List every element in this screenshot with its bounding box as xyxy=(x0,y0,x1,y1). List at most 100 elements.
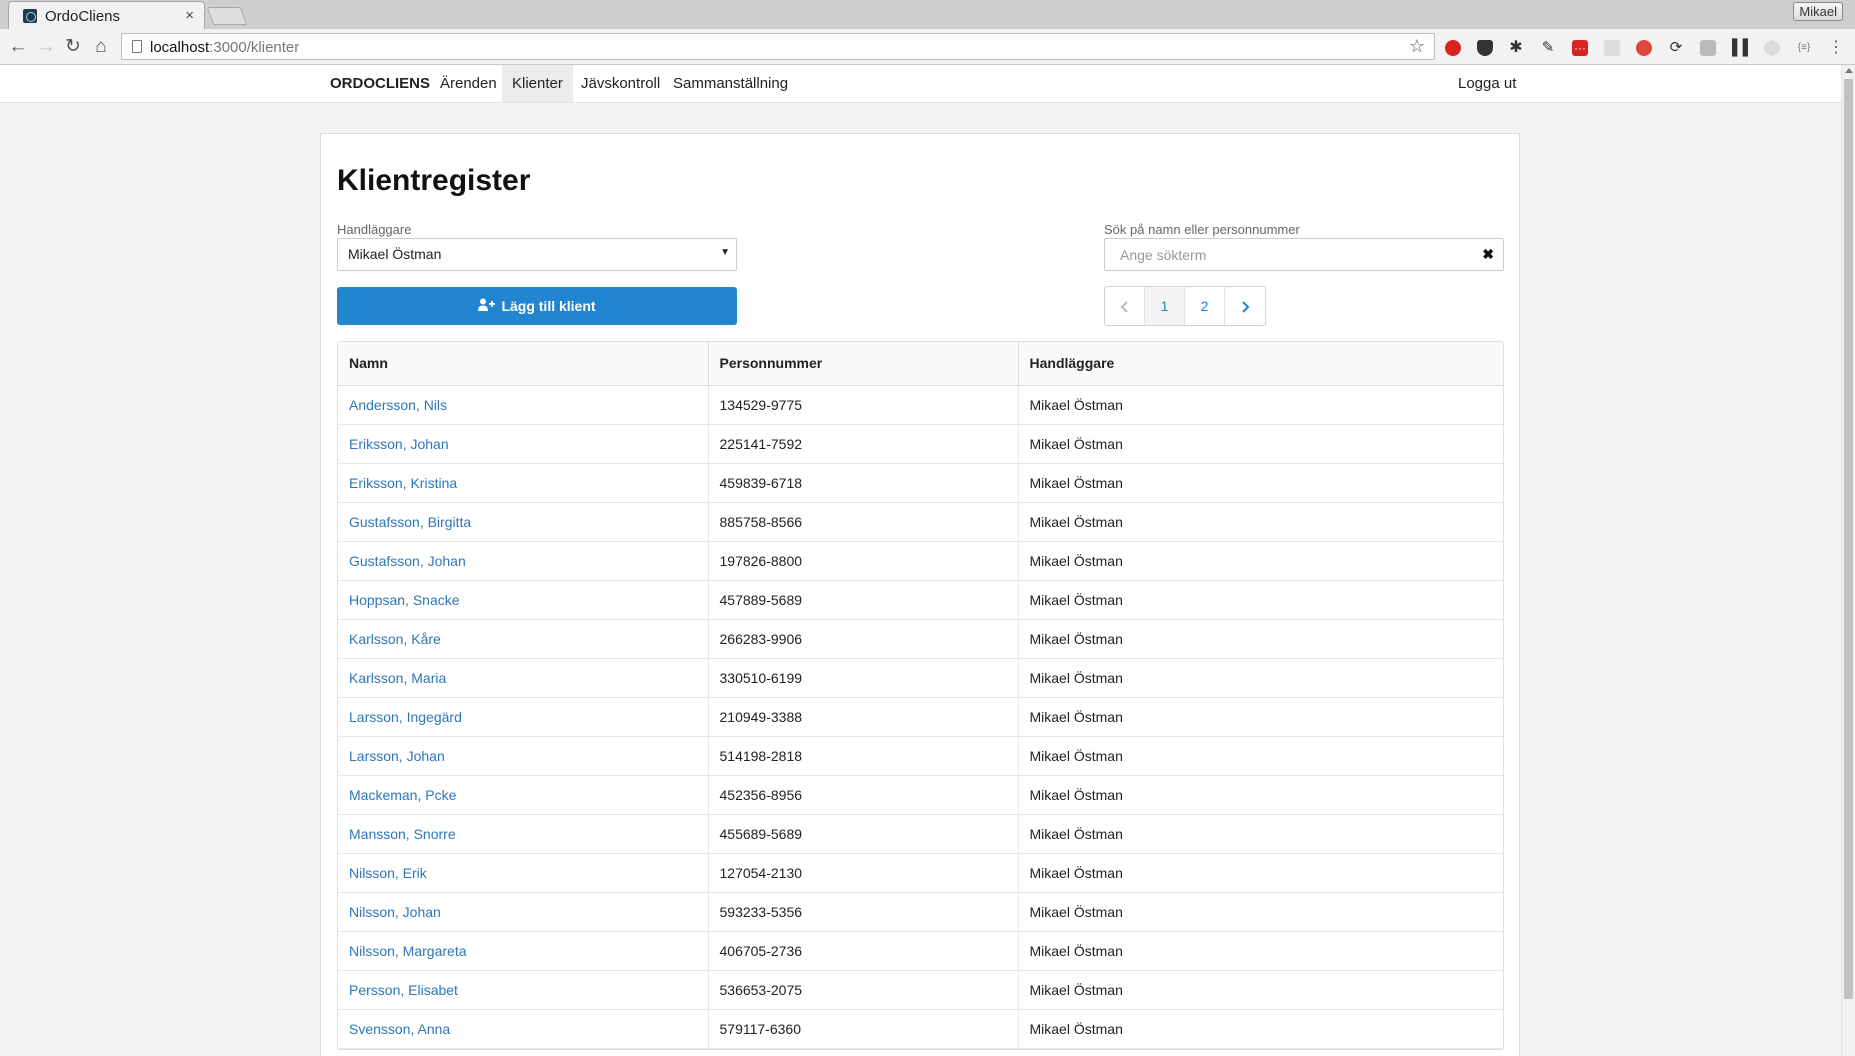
pocket-extension-icon[interactable] xyxy=(1477,40,1493,56)
url-path: :3000/klienter xyxy=(209,39,300,56)
cell-name: Mansson, Snorre xyxy=(338,814,709,854)
cell-name: Gustafsson, Johan xyxy=(338,541,709,581)
client-name-link[interactable]: Nilsson, Margareta xyxy=(349,943,467,959)
client-name-link[interactable]: Mackeman, Pcke xyxy=(349,787,456,803)
handler-select[interactable]: Mikael Östman ▼ xyxy=(337,238,737,271)
search-input[interactable] xyxy=(1106,240,1466,269)
column-header-namn[interactable]: Namn xyxy=(338,342,709,386)
cell-handler: Mikael Östman xyxy=(1018,619,1503,659)
grid-extension-icon[interactable] xyxy=(1604,40,1620,56)
bookmark-star-icon[interactable]: ☆ xyxy=(1409,36,1425,57)
address-bar[interactable]: localhost:3000/klienter ☆ xyxy=(121,33,1435,60)
scrollbar-thumb[interactable] xyxy=(1844,79,1853,999)
next-page-button[interactable] xyxy=(1225,287,1265,325)
sync-extension-icon[interactable]: ⟳ xyxy=(1668,40,1684,56)
client-name-link[interactable]: Persson, Elisabet xyxy=(349,982,458,998)
clear-search-icon[interactable]: ✖ xyxy=(1482,246,1494,263)
page-1-button[interactable]: 1 xyxy=(1145,287,1185,325)
table-row: Nilsson, Margareta 406705-2736 Mikael Östm… xyxy=(338,931,1503,971)
add-client-button[interactable]: Lägg till klient xyxy=(337,287,737,325)
page-info-icon[interactable] xyxy=(132,40,142,53)
client-name-link[interactable]: Eriksson, Kristina xyxy=(349,475,457,491)
table-row: Gustafsson, Birgitta 885758-8566 Mikael Ös… xyxy=(338,502,1503,542)
cell-handler: Mikael Östman xyxy=(1018,424,1503,464)
client-name-link[interactable]: Mansson, Snorre xyxy=(349,826,456,842)
reload-icon[interactable]: ↻ xyxy=(63,37,83,57)
cell-personnummer: 127054-2130 xyxy=(708,853,1019,893)
client-name-link[interactable]: Karlsson, Maria xyxy=(349,670,446,686)
browser-toolbar: ← → ↻ ⌂ localhost:3000/klienter ☆ ✱ ✎ ··… xyxy=(0,29,1855,65)
browser-menu-icon[interactable]: ⋮ xyxy=(1828,40,1844,56)
cell-handler: Mikael Östman xyxy=(1018,775,1503,815)
cell-personnummer: 266283-9906 xyxy=(708,619,1019,659)
table-row: Mansson, Snorre 455689-5689 Mikael Östman xyxy=(338,814,1503,854)
table-row: Andersson, Nils 134529-9775 Mikael Östman xyxy=(338,385,1503,425)
cell-personnummer: 514198-2818 xyxy=(708,736,1019,776)
column-header-personnummer[interactable]: Personnummer xyxy=(708,342,1019,386)
client-name-link[interactable]: Larsson, Ingegärd xyxy=(349,709,462,725)
cell-name: Persson, Elisabet xyxy=(338,970,709,1010)
eyedropper-extension-icon[interactable]: ✎ xyxy=(1540,40,1556,56)
browser-tab[interactable]: OrdoCliens × xyxy=(8,1,205,29)
nav-item-arenden[interactable]: Ärenden xyxy=(430,65,507,102)
scroll-up-icon[interactable] xyxy=(1845,68,1853,73)
cell-personnummer: 197826-8800 xyxy=(708,541,1019,581)
client-name-link[interactable]: Nilsson, Johan xyxy=(349,904,441,920)
cell-name: Gustafsson, Birgitta xyxy=(338,502,709,542)
cell-name: Larsson, Johan xyxy=(338,736,709,776)
prev-page-button[interactable] xyxy=(1105,287,1145,325)
gray-circle-extension-icon[interactable] xyxy=(1764,40,1780,56)
red-circle-extension-icon[interactable] xyxy=(1636,40,1652,56)
table-row: Larsson, Johan 514198-2818 Mikael Östman xyxy=(338,736,1503,776)
client-name-link[interactable]: Larsson, Johan xyxy=(349,748,445,764)
cell-personnummer: 452356-8956 xyxy=(708,775,1019,815)
opera-extension-icon[interactable] xyxy=(1445,40,1461,56)
nav-item-klienter[interactable]: Klienter xyxy=(502,65,573,102)
lastpass-extension-icon[interactable]: ··· xyxy=(1572,40,1588,56)
tab-close-icon[interactable]: × xyxy=(185,7,194,24)
logout-link[interactable]: Logga ut xyxy=(1458,65,1516,102)
cell-handler: Mikael Östman xyxy=(1018,970,1503,1010)
url-text: localhost:3000/klienter xyxy=(150,39,299,56)
cell-name: Nilsson, Erik xyxy=(338,853,709,893)
cell-personnummer: 455689-5689 xyxy=(708,814,1019,854)
client-name-link[interactable]: Gustafsson, Birgitta xyxy=(349,514,471,530)
table-row: Eriksson, Johan 225141-7592 Mikael Östman xyxy=(338,424,1503,464)
cell-handler: Mikael Östman xyxy=(1018,736,1503,776)
client-name-link[interactable]: Andersson, Nils xyxy=(349,397,447,413)
table-row: Karlsson, Maria 330510-6199 Mikael Östman xyxy=(338,658,1503,698)
cell-name: Karlsson, Maria xyxy=(338,658,709,698)
column-header-handlaggare[interactable]: Handläggare xyxy=(1018,342,1503,386)
back-icon[interactable]: ← xyxy=(8,37,28,57)
gear-extension-icon[interactable]: ✱ xyxy=(1508,40,1524,56)
json-extension-icon[interactable]: {≡} xyxy=(1796,40,1812,56)
profile-button[interactable]: Mikael xyxy=(1793,2,1843,21)
search-box: ✖ xyxy=(1104,238,1504,271)
cell-handler: Mikael Östman xyxy=(1018,463,1503,503)
brand-logo[interactable]: ORDOCLIENS xyxy=(330,75,430,92)
cell-handler: Mikael Östman xyxy=(1018,541,1503,581)
client-name-link[interactable]: Eriksson, Johan xyxy=(349,436,449,452)
cell-personnummer: 406705-2736 xyxy=(708,931,1019,971)
forward-icon[interactable]: → xyxy=(36,37,56,57)
cell-name: Hoppsan, Snacke xyxy=(338,580,709,620)
nav-item-javskontroll[interactable]: Jävskontroll xyxy=(571,65,670,102)
panel-extension-icon[interactable]: ▌▌ xyxy=(1732,40,1753,56)
cell-name: Mackeman, Pcke xyxy=(338,775,709,815)
nav-item-sammanstallning[interactable]: Sammanställning xyxy=(663,65,798,102)
page-scrollbar[interactable] xyxy=(1841,65,1855,1056)
table-row: Larsson, Ingegärd 210949-3388 Mikael Östma… xyxy=(338,697,1503,737)
chevron-left-icon xyxy=(1120,301,1128,314)
home-icon[interactable]: ⌂ xyxy=(91,37,111,57)
c-extension-icon[interactable] xyxy=(1700,40,1716,56)
client-name-link[interactable]: Karlsson, Kåre xyxy=(349,631,441,647)
cell-handler: Mikael Östman xyxy=(1018,931,1503,971)
table-row: Hoppsan, Snacke 457889-5689 Mikael Östman xyxy=(338,580,1503,620)
client-name-link[interactable]: Svensson, Anna xyxy=(349,1021,450,1037)
client-name-link[interactable]: Nilsson, Erik xyxy=(349,865,427,881)
new-tab-button[interactable] xyxy=(206,7,248,25)
client-name-link[interactable]: Gustafsson, Johan xyxy=(349,553,466,569)
client-name-link[interactable]: Hoppsan, Snacke xyxy=(349,592,460,608)
tab-title: OrdoCliens xyxy=(45,8,121,25)
page-2-button[interactable]: 2 xyxy=(1185,287,1225,325)
